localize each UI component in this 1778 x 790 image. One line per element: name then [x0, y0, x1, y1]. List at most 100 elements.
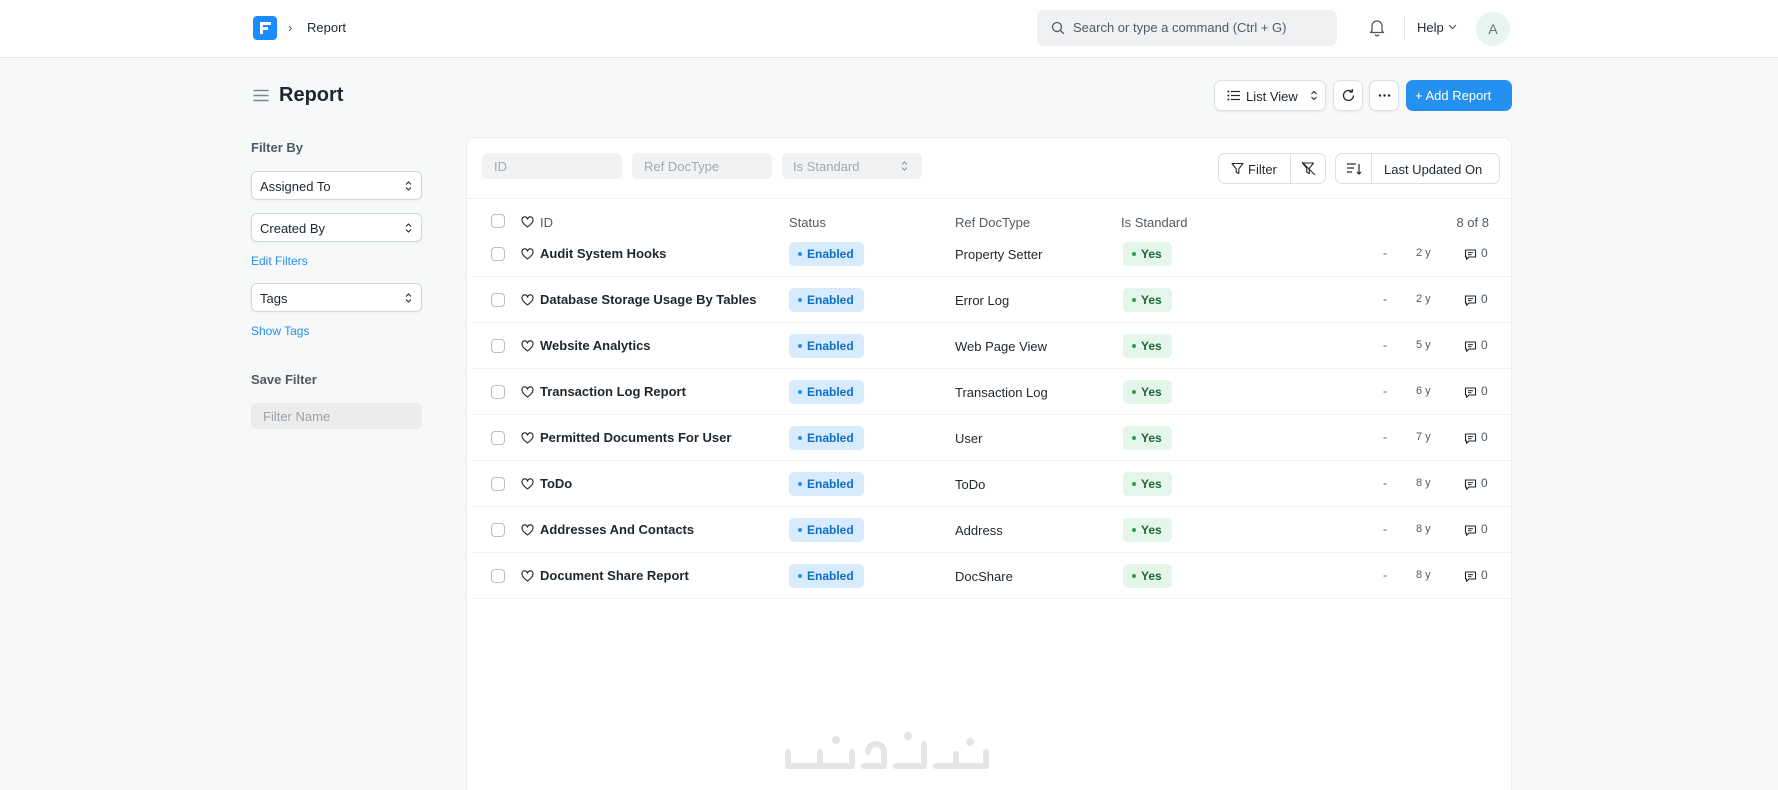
help-menu[interactable]: Help: [1417, 20, 1444, 35]
status-dot-icon: [798, 297, 802, 302]
ref-doctype-value: Error Log: [955, 293, 1010, 308]
show-tags-link[interactable]: Show Tags: [251, 324, 309, 338]
row-checkbox[interactable]: [491, 477, 505, 491]
comment-icon[interactable]: [1464, 248, 1477, 261]
is-standard-badge: Yes: [1123, 564, 1172, 588]
row-checkbox[interactable]: [491, 569, 505, 583]
table-row[interactable]: Addresses And Contacts Enabled Address Yes -…: [471, 507, 1511, 553]
list-view-switcher[interactable]: List View: [1214, 80, 1326, 111]
modified-by-value: -: [1383, 338, 1387, 352]
table-row[interactable]: Document Share Report Enabled DocShare Yes -…: [471, 553, 1511, 599]
tags-label: Tags: [260, 291, 288, 306]
heart-icon[interactable]: [521, 524, 534, 536]
column-header-is-standard[interactable]: Is Standard: [1121, 215, 1188, 230]
row-checkbox[interactable]: [491, 385, 505, 399]
row-id-link[interactable]: Database Storage Usage By Tables: [540, 292, 757, 307]
assigned-to-select[interactable]: Assigned To: [251, 171, 422, 200]
user-avatar[interactable]: A: [1476, 12, 1510, 46]
created-by-select[interactable]: Created By: [251, 213, 422, 242]
row-id-link[interactable]: Addresses And Contacts: [540, 522, 694, 537]
filter-name-field[interactable]: [251, 403, 422, 429]
status-badge: Enabled: [789, 472, 864, 496]
filter-button-group: Filter: [1218, 153, 1326, 184]
refresh-button[interactable]: [1333, 80, 1363, 111]
row-checkbox[interactable]: [491, 523, 505, 537]
is-standard-badge: Yes: [1123, 288, 1172, 312]
sort-direction-button[interactable]: [1336, 154, 1372, 183]
add-report-button[interactable]: + Add Report: [1406, 80, 1512, 111]
search-placeholder[interactable]: Search or type a command (Ctrl + G): [1073, 20, 1287, 35]
modified-by-value: -: [1383, 384, 1387, 398]
page-title: Report: [279, 84, 344, 106]
row-checkbox[interactable]: [491, 293, 505, 307]
filter-button[interactable]: Filter: [1219, 154, 1291, 183]
filter-name-input[interactable]: [251, 403, 422, 429]
heart-icon[interactable]: [521, 294, 534, 306]
row-id-link[interactable]: Website Analytics: [540, 338, 651, 353]
row-id-link[interactable]: Permitted Documents For User: [540, 430, 731, 445]
comment-icon[interactable]: [1464, 524, 1477, 537]
modified-age: 5 y: [1416, 339, 1431, 351]
is-standard-badge: Yes: [1123, 518, 1172, 542]
row-checkbox[interactable]: [491, 431, 505, 445]
comment-icon[interactable]: [1464, 432, 1477, 445]
table-row[interactable]: Audit System Hooks Enabled Property Setter…: [471, 231, 1511, 277]
id-filter-field[interactable]: [482, 153, 622, 179]
status-text: Enabled: [807, 247, 854, 261]
table-row[interactable]: Permitted Documents For User Enabled User Y…: [471, 415, 1511, 461]
more-horizontal-icon: [1378, 94, 1391, 97]
chevron-down-icon[interactable]: [1448, 24, 1457, 30]
table-row[interactable]: Website Analytics Enabled Web Page View Yes…: [471, 323, 1511, 369]
heart-icon[interactable]: [521, 386, 534, 398]
is-standard-badge: Yes: [1123, 380, 1172, 404]
sort-field-button[interactable]: Last Updated On: [1384, 162, 1482, 177]
id-filter-input[interactable]: [482, 153, 622, 179]
select-all-checkbox[interactable]: [491, 214, 505, 228]
assigned-to-label: Assigned To: [260, 179, 331, 194]
row-id-link[interactable]: Transaction Log Report: [540, 384, 686, 399]
column-header-id[interactable]: ID: [540, 215, 553, 230]
ref-doctype-value: DocShare: [955, 569, 1013, 584]
select-updown-icon: [405, 181, 412, 191]
row-checkbox[interactable]: [491, 339, 505, 353]
app-logo-icon[interactable]: [253, 16, 277, 40]
row-id-link[interactable]: Document Share Report: [540, 568, 689, 583]
ref-doctype-filter-field[interactable]: [632, 153, 772, 179]
heart-icon[interactable]: [521, 432, 534, 444]
column-header-ref-doctype[interactable]: Ref DocType: [955, 215, 1030, 230]
heart-icon[interactable]: [521, 216, 534, 228]
heart-icon[interactable]: [521, 570, 534, 582]
ref-doctype-value: Transaction Log: [955, 385, 1048, 400]
notification-bell-icon[interactable]: [1368, 18, 1386, 37]
table-row[interactable]: Transaction Log Report Enabled Transaction…: [471, 369, 1511, 415]
is-standard-text: Yes: [1141, 431, 1162, 445]
ref-doctype-filter-input[interactable]: [632, 153, 772, 179]
clear-filters-button[interactable]: [1291, 154, 1325, 183]
heart-icon[interactable]: [521, 478, 534, 490]
search-bar[interactable]: Search or type a command (Ctrl + G): [1037, 10, 1337, 46]
row-id-link[interactable]: ToDo: [540, 476, 572, 491]
more-actions-button[interactable]: [1369, 80, 1399, 111]
is-standard-text: Yes: [1141, 477, 1162, 491]
table-row[interactable]: Database Storage Usage By Tables Enabled E…: [471, 277, 1511, 323]
comment-icon[interactable]: [1464, 570, 1477, 583]
is-standard-text: Yes: [1141, 385, 1162, 399]
column-header-status[interactable]: Status: [789, 215, 826, 230]
heart-icon[interactable]: [521, 340, 534, 352]
comment-icon[interactable]: [1464, 294, 1477, 307]
sidebar-toggle-icon[interactable]: [253, 89, 269, 102]
table-row[interactable]: ToDo Enabled ToDo Yes - 8 y 0: [471, 461, 1511, 507]
is-standard-filter-select[interactable]: Is Standard: [782, 153, 922, 179]
row-checkbox[interactable]: [491, 247, 505, 261]
edit-filters-link[interactable]: Edit Filters: [251, 254, 308, 268]
navbar: › Report Search or type a command (Ctrl …: [0, 0, 1778, 58]
row-id-link[interactable]: Audit System Hooks: [540, 246, 666, 261]
comment-icon[interactable]: [1464, 478, 1477, 491]
status-text: Enabled: [807, 293, 854, 307]
comment-icon[interactable]: [1464, 340, 1477, 353]
heart-icon[interactable]: [521, 248, 534, 260]
select-updown-icon: [901, 161, 908, 171]
breadcrumb-report[interactable]: Report: [307, 20, 346, 35]
comment-icon[interactable]: [1464, 386, 1477, 399]
tags-select[interactable]: Tags: [251, 283, 422, 312]
